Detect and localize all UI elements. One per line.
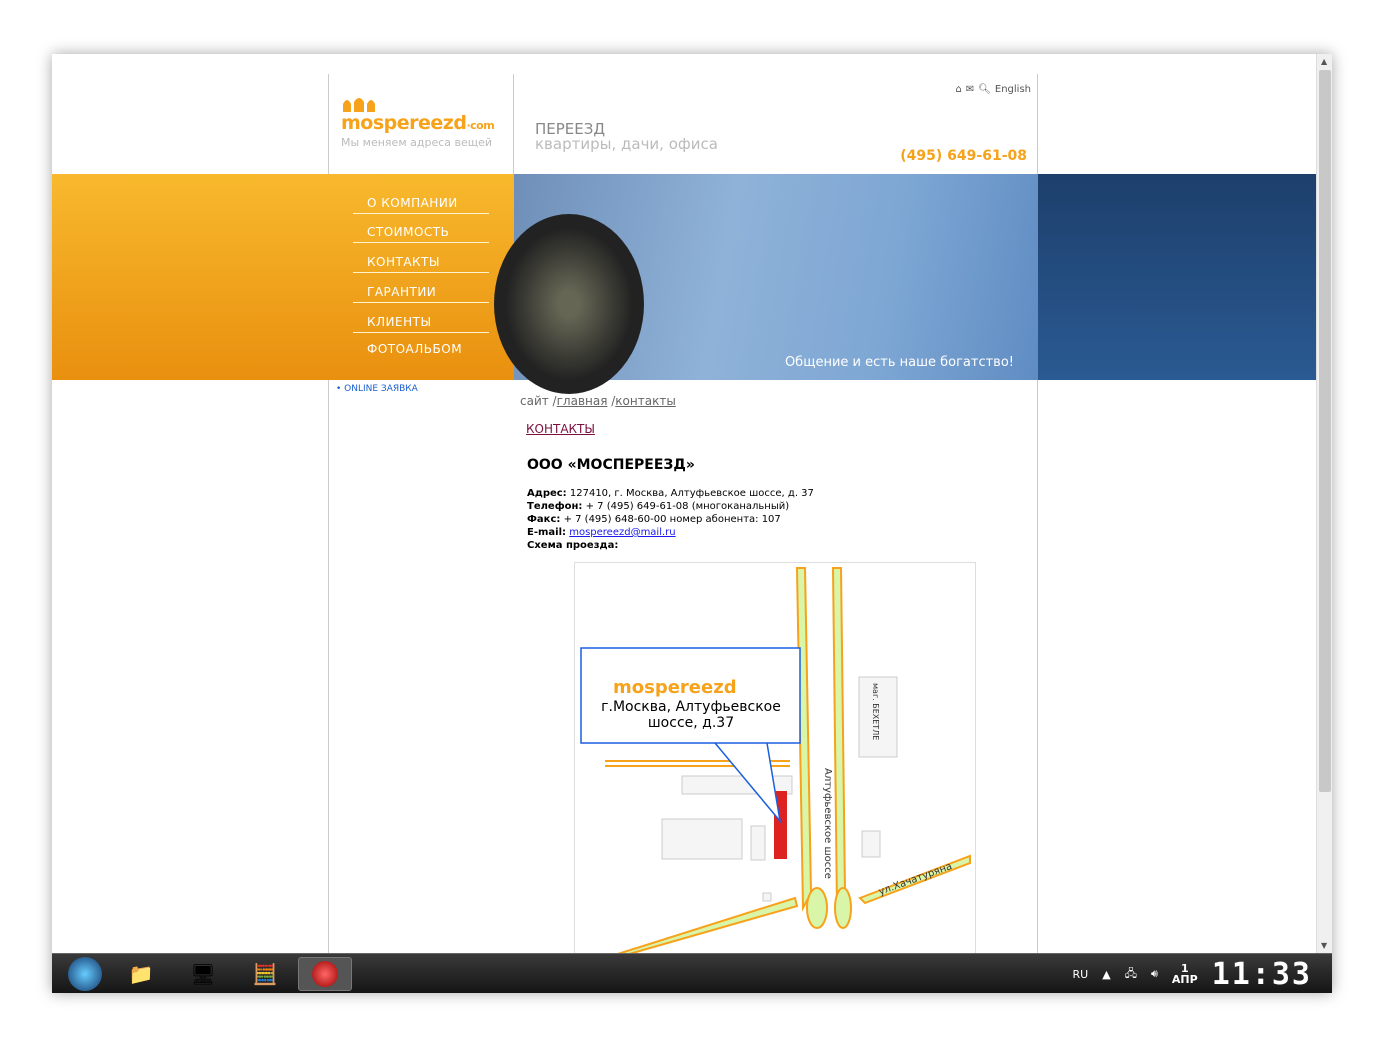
folder-icon: 📁	[128, 962, 154, 986]
header-subtitle: квартиры, дачи, офиса	[535, 135, 718, 153]
logo-text: mospereezd	[341, 112, 467, 134]
browser-button[interactable]	[298, 957, 352, 991]
language-indicator[interactable]: RU	[1073, 968, 1089, 981]
system-tray: RU ▲ 🖧 🔊︎ 1 АПР 11:33	[1073, 954, 1312, 993]
logo-tagline: Мы меняем адреса вещей	[341, 136, 493, 149]
phone-label: Телефон:	[527, 501, 583, 512]
banner-caption: Общение и есть наше богатство!	[784, 355, 1014, 370]
computer-button[interactable]: 🖥	[176, 957, 230, 991]
fax: + 7 (495) 648-60-00 номер абонента: 107	[560, 514, 781, 525]
road-label-khachaturyana: ул.Хачатуряна	[877, 861, 953, 898]
breadcrumb: сайт /главная /контакты	[520, 394, 1020, 408]
clock[interactable]: 11:33	[1212, 957, 1312, 992]
telephone-image	[494, 214, 644, 394]
main-menu: О КОМПАНИИ СТОИМОСТЬ КОНТАКТЫ ГАРАНТИИ К…	[329, 174, 514, 380]
breadcrumb-contacts[interactable]: контакты	[615, 394, 676, 408]
scrollbar-thumb[interactable]	[1319, 70, 1331, 792]
scheme-label: Схема проезда:	[527, 540, 619, 551]
banner-right	[1038, 174, 1316, 380]
menu-item-guarantees[interactable]: ГАРАНТИИ	[353, 285, 489, 303]
network-icon[interactable]: 🖧	[1125, 965, 1137, 984]
date-month: АПР	[1171, 973, 1198, 986]
address: 127410, г. Москва, Алтуфьевское шоссе, д…	[566, 488, 814, 499]
menu-item-contacts[interactable]: КОНТАКТЫ	[353, 255, 489, 273]
map-drawing: Алтуфьевское шоссе ул.Хачатуряна маг. БЕ…	[580, 567, 971, 956]
page-title[interactable]: КОНТАКТЫ	[526, 422, 595, 436]
fax-label: Факс:	[527, 514, 561, 525]
menu-item-photoalbum[interactable]: ФОТОАЛЬБОМ	[353, 342, 489, 359]
address-label: Адрес:	[527, 488, 567, 499]
header-phone: (495) 649-61-08	[900, 148, 1027, 164]
menu-item-prices[interactable]: СТОИМОСТЬ	[353, 225, 489, 243]
browser-icon	[312, 961, 338, 987]
search-icon[interactable]: 🔍︎	[978, 84, 991, 95]
mail-icon[interactable]: ✉	[966, 84, 974, 95]
calculator-icon: 🧮	[252, 962, 278, 986]
map-logo-text: mospereezd	[613, 677, 737, 698]
explorer-button[interactable]: 📁	[114, 957, 168, 991]
taskbar: 📁 🖥 🧮 RU ▲ 🖧 🔊︎ 1 АПР 11:33	[52, 953, 1332, 993]
date[interactable]: 1 АПР	[1172, 963, 1198, 985]
scrollbar[interactable]: ▲ ▼	[1316, 54, 1332, 953]
road-label-altufyevskoe: Алтуфьевское шоссе	[822, 768, 833, 879]
menu-item-about[interactable]: О КОМПАНИИ	[353, 196, 489, 214]
email-link[interactable]: mospereezd@mail.ru	[569, 527, 675, 538]
logo-suffix: ·com	[466, 119, 495, 132]
breadcrumb-root: сайт /	[520, 394, 557, 408]
banner: О КОМПАНИИ СТОИМОСТЬ КОНТАКТЫ ГАРАНТИИ К…	[52, 174, 1316, 394]
banner-photo: Общение и есть наше богатство!	[494, 174, 1038, 394]
site-logo[interactable]: mospereezd·com Мы меняем адреса вещей	[329, 74, 514, 174]
email-label: E-mail:	[527, 527, 567, 538]
contact-info: Адрес: 127410, г. Москва, Алтуфьевское ш…	[527, 487, 1020, 552]
banner-left	[52, 174, 329, 380]
company-name: ООО «МОСПЕРЕЕЗД»	[527, 457, 695, 473]
map-callout-address: г.Москва, Алтуфьевское шоссе, д.37	[601, 699, 781, 731]
phone: + 7 (495) 649-61-08 (многоканальный)	[582, 501, 790, 512]
tray-expand-icon[interactable]: ▲	[1102, 968, 1110, 981]
side-nav: • ONLINE ЗАЯВКА	[336, 384, 418, 394]
content: сайт /главная /контакты КОНТАКТЫ ООО «МО…	[520, 394, 1020, 552]
breadcrumb-home[interactable]: главная	[557, 394, 608, 408]
volume-icon[interactable]: 🔊︎	[1151, 967, 1158, 981]
route-map: Алтуфьевское шоссе ул.Хачатуряна маг. БЕ…	[574, 562, 976, 957]
browser-window: ▲ ▼ mospereezd·com Мы меняем адреса вещей…	[52, 54, 1332, 993]
start-button[interactable]	[58, 957, 112, 991]
domes-icon	[343, 98, 375, 112]
header: ⌂ ✉ 🔍︎ English ПЕРЕЕЗД квартиры, дачи, офис…	[515, 74, 1037, 174]
english-link[interactable]: English	[995, 84, 1031, 95]
calculator-button[interactable]: 🧮	[238, 957, 292, 991]
online-order-link[interactable]: ONLINE ЗАЯВКА	[344, 384, 418, 394]
windows-logo-icon	[68, 957, 102, 991]
shop-label: маг. БЕХЕТЛЕ	[871, 683, 880, 740]
home-icon[interactable]: ⌂	[955, 84, 961, 95]
menu-item-clients[interactable]: КЛИЕНТЫ	[353, 315, 489, 333]
computer-icon: 🖥	[190, 962, 216, 986]
